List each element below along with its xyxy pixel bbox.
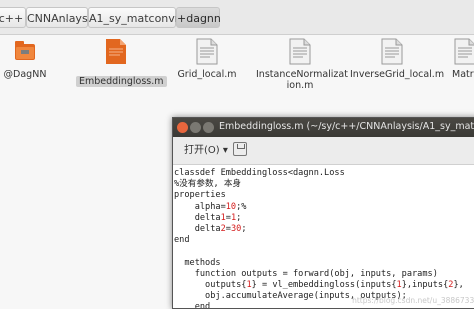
minimize-button[interactable]	[190, 122, 201, 133]
text-file-icon	[196, 38, 218, 65]
breadcrumb-a1-sy-matconvnet[interactable]: A1_sy_matconvnet	[88, 7, 193, 28]
code-line: classdef Embeddingloss<dagnn.Loss	[174, 168, 345, 178]
breadcrumb: c++ CNNAnlaysis A1_sy_matconvnet +dagnn	[0, 0, 474, 35]
watermark: https://blog.csdn.net/u_38867339	[352, 296, 474, 305]
open-button[interactable]: 打开(O) ▾	[180, 141, 232, 160]
breadcrumb-dagnn[interactable]: +dagnn	[176, 7, 221, 28]
file-item-embeddingloss[interactable]: Embeddingloss.m	[76, 38, 167, 88]
code-line: function outputs = forward(obj, inputs, …	[174, 268, 438, 279]
maximize-button[interactable]	[203, 122, 214, 133]
file-item-instancenormalization[interactable]: InstanceNormalizat ion.m	[256, 38, 348, 91]
file-item-inversegrid-local[interactable]: InverseGrid_local.m	[350, 38, 445, 80]
code-line: %没有参数, 本身	[174, 179, 242, 190]
code-line: delta1=1;	[174, 212, 242, 223]
file-item-grid-local[interactable]: Grid_local.m	[176, 38, 238, 80]
file-label: InverseGrid_local.m	[350, 69, 445, 80]
code-line: outputs{1} = vl_embeddingloss(inputs{1},…	[174, 280, 464, 291]
code-line: alpha=10;%	[174, 201, 247, 212]
text-file-icon	[381, 38, 403, 65]
editor-window: Embeddingloss.m (~/sy/c++/CNNAnlaysis/A1…	[172, 117, 474, 309]
breadcrumb-cnnanlaysis[interactable]: CNNAnlaysis	[26, 7, 96, 28]
file-label: Embeddingloss.m	[76, 76, 167, 87]
file-item-dagnn[interactable]: @DagNN	[2, 38, 48, 80]
editor-toolbar: 打开(O) ▾	[173, 137, 474, 165]
code-line: properties	[174, 190, 226, 201]
code-line: methods	[174, 257, 221, 268]
file-label: InstanceNormalizat ion.m	[256, 69, 348, 91]
window-title: Embeddingloss.m (~/sy/c++/CNNAnlaysis/A1…	[219, 121, 474, 132]
code-line: end	[174, 235, 190, 246]
text-file-icon	[289, 38, 311, 65]
folder-icon	[14, 38, 36, 65]
text-file-icon	[454, 38, 474, 65]
code-area[interactable]: classdef Embeddingloss<dagnn.Loss %没有参数, …	[173, 165, 474, 308]
file-label: Matri	[452, 69, 474, 80]
close-button[interactable]	[177, 122, 188, 133]
file-label: Grid_local.m	[177, 69, 237, 80]
matlab-file-icon	[105, 38, 127, 65]
file-item-matri[interactable]: Matri	[448, 38, 474, 80]
breadcrumb-cpp[interactable]: c++	[0, 7, 26, 28]
editor-titlebar[interactable]: Embeddingloss.m (~/sy/c++/CNNAnlaysis/A1…	[173, 118, 474, 137]
file-label: @DagNN	[3, 69, 47, 80]
code-line: delta2=30;	[174, 224, 247, 235]
save-icon[interactable]	[233, 142, 247, 156]
